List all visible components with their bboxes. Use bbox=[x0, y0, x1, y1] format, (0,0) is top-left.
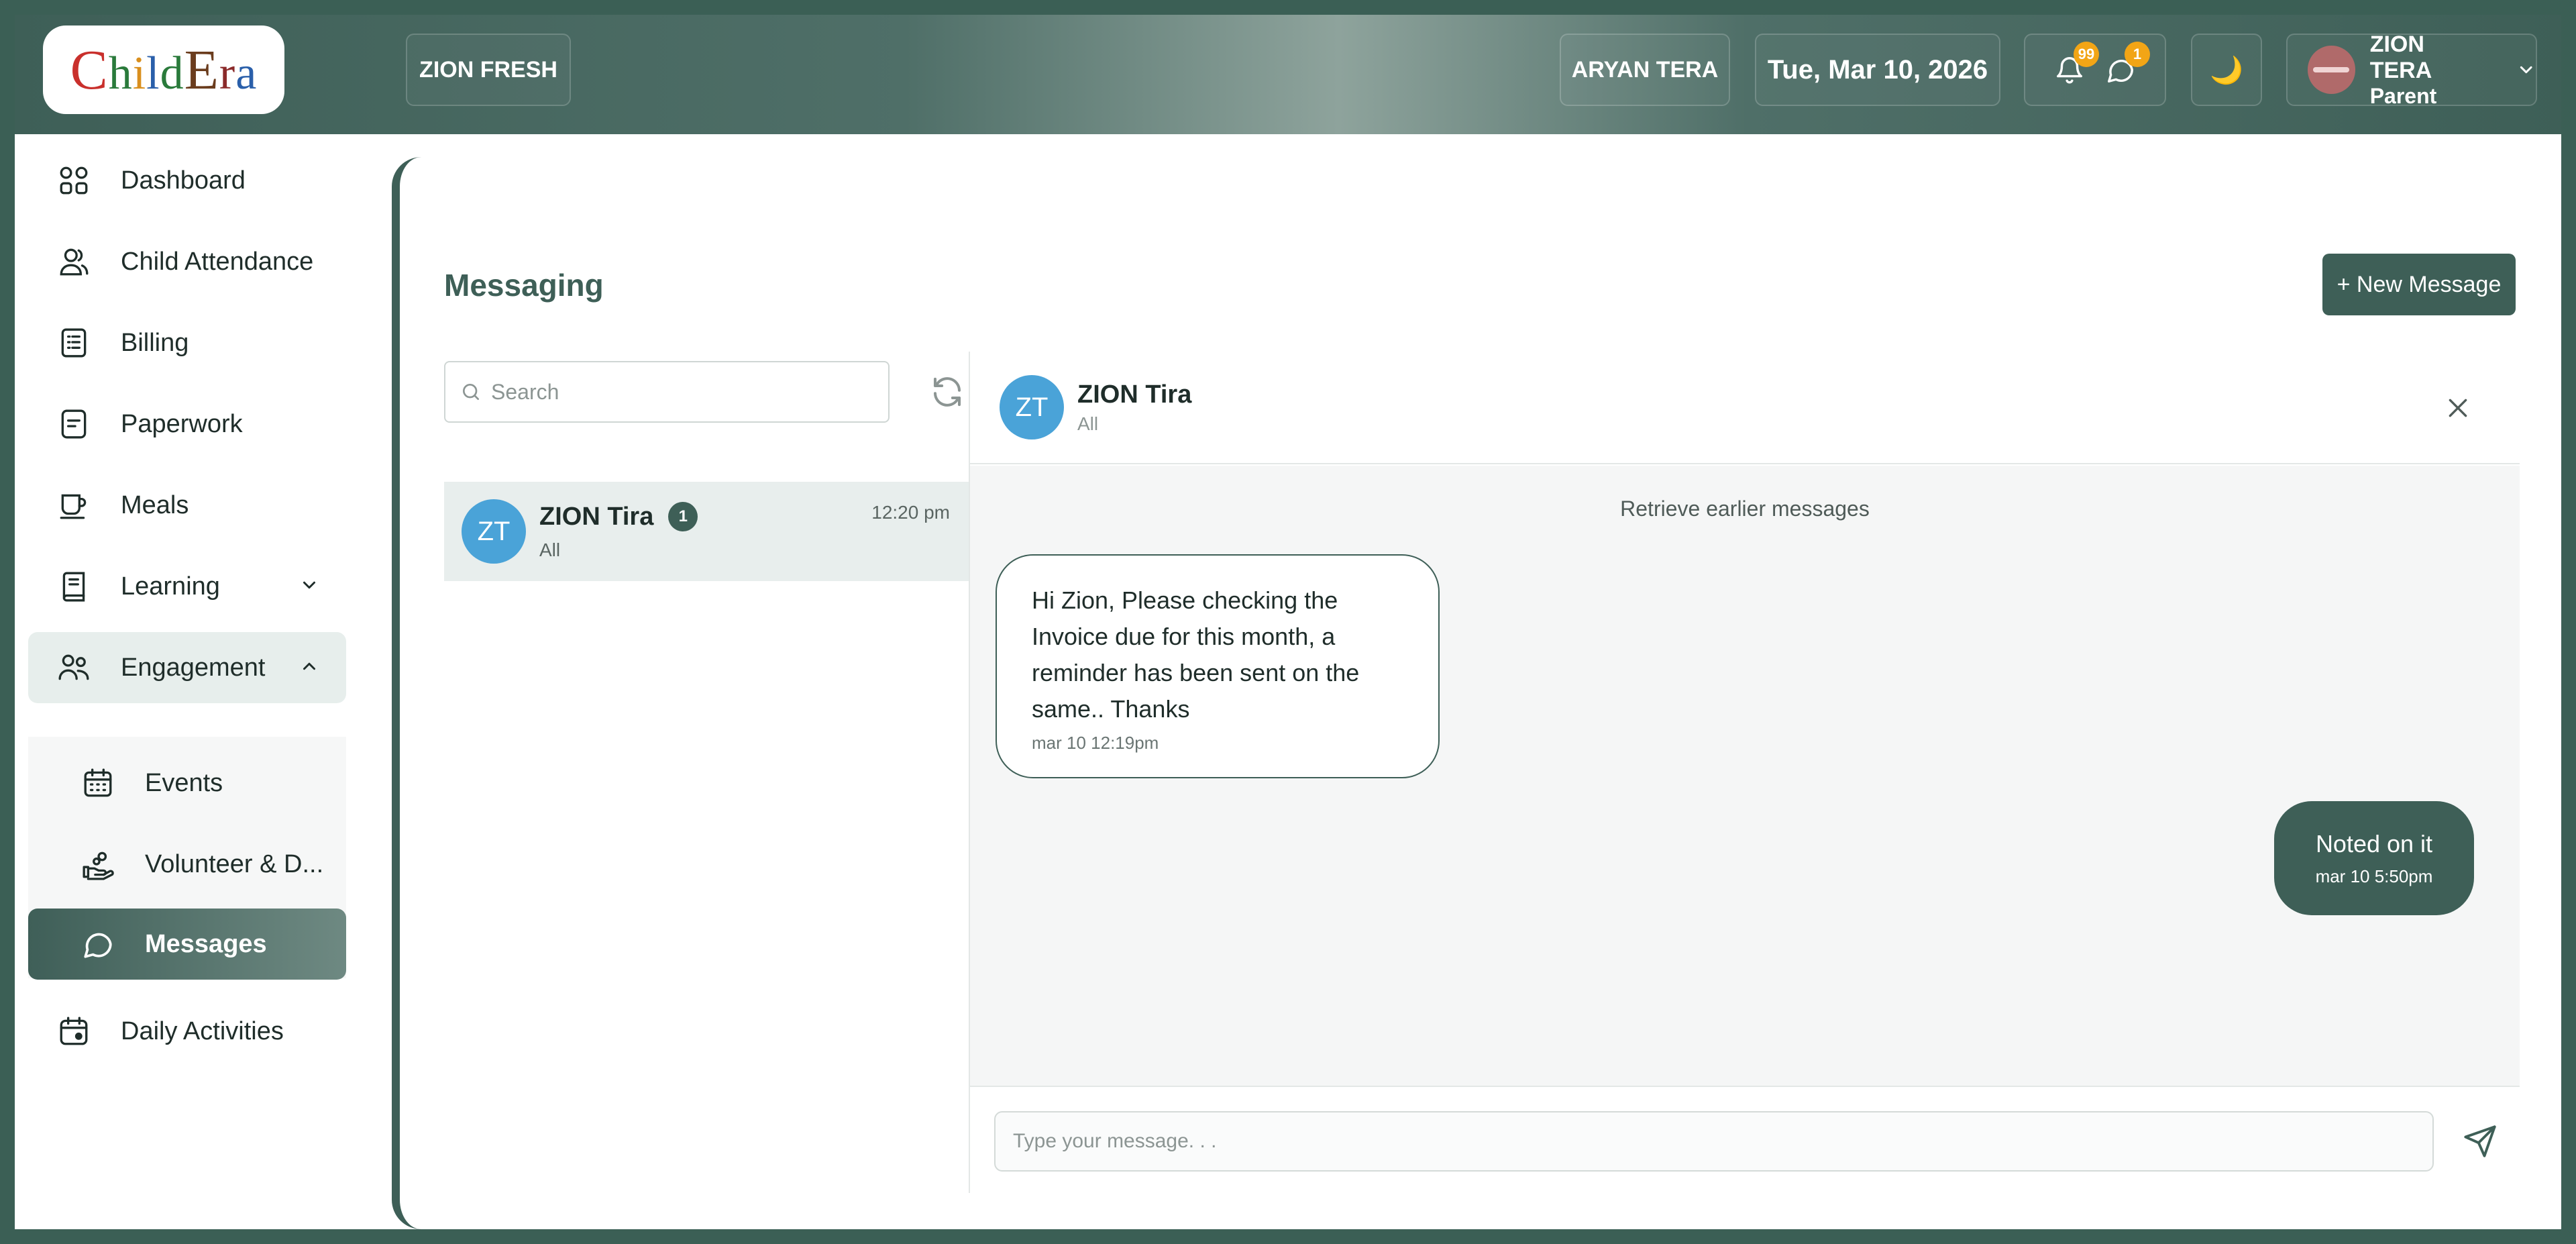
hand-icon bbox=[83, 851, 114, 880]
profile-role: Parent bbox=[2369, 83, 2437, 108]
search-input[interactable] bbox=[491, 379, 867, 405]
message-text: Hi Zion, Please checking the Invoice due… bbox=[1032, 586, 1360, 723]
sidebar-item-label: Child Attendance bbox=[121, 247, 314, 276]
sidebar-item-label: Events bbox=[145, 768, 223, 797]
sidebar-item-label: Engagement bbox=[121, 653, 266, 682]
top-header: ChildEra ZION FRESH ARYAN TERA Tue, Mar … bbox=[15, 15, 2561, 134]
profile-name: ZION TERA bbox=[2369, 31, 2432, 83]
notifications-button[interactable]: 99 bbox=[2051, 42, 2099, 89]
incoming-message: Hi Zion, Please checking the Invoice due… bbox=[996, 554, 1440, 778]
unread-count-badge: 1 bbox=[668, 502, 698, 531]
send-icon bbox=[2464, 1125, 2496, 1157]
current-date: Tue, Mar 10, 2026 bbox=[1755, 34, 2000, 106]
message-composer bbox=[970, 1086, 2520, 1193]
school-name: ZION FRESH bbox=[419, 56, 557, 83]
document-icon bbox=[61, 409, 87, 439]
chat-messages: Retrieve earlier messages Hi Zion, Pleas… bbox=[970, 466, 2520, 1086]
user-name: ARYAN TERA bbox=[1571, 56, 1719, 83]
chevron-down-icon bbox=[2520, 66, 2532, 74]
search-box[interactable] bbox=[444, 361, 890, 423]
sidebar-item-paperwork[interactable]: Paperwork bbox=[28, 388, 346, 460]
sidebar-item-learning[interactable]: Learning bbox=[28, 551, 346, 622]
outgoing-message: Noted on it mar 10 5:50pm bbox=[2274, 801, 2474, 915]
message-text: Noted on it bbox=[2315, 829, 2433, 858]
moon-icon: 🌙 bbox=[2210, 55, 2243, 85]
conversation-info: ZION Tira 1 All bbox=[539, 502, 698, 561]
chat-contact-name: ZION Tira bbox=[1077, 380, 1192, 409]
sidebar-item-label: Dashboard bbox=[121, 166, 246, 195]
sidebar-item-label: Messages bbox=[145, 929, 267, 958]
sidebar-item-label: Paperwork bbox=[121, 409, 243, 438]
avatar: ZT bbox=[1000, 375, 1064, 439]
chevron-up-icon bbox=[303, 662, 315, 670]
profile-text: ZION TERA Parent bbox=[2370, 32, 2491, 109]
chat-bubble-icon bbox=[84, 933, 112, 958]
refresh-icon bbox=[933, 377, 961, 407]
date-text: Tue, Mar 10, 2026 bbox=[1767, 54, 1988, 85]
chat-contact-group: All bbox=[1077, 413, 1099, 434]
send-button[interactable] bbox=[2458, 1119, 2502, 1163]
app-window: ChildEra ZION FRESH ARYAN TERA Tue, Mar … bbox=[15, 15, 2561, 1229]
bell-count-badge: 99 bbox=[2074, 42, 2099, 67]
chat-notifications-button[interactable]: 1 bbox=[2102, 42, 2150, 89]
conversation-item[interactable]: ZT ZION Tira 1 All 12:20 pm bbox=[444, 482, 969, 581]
new-message-button[interactable]: + New Message bbox=[2322, 254, 2516, 315]
theme-toggle[interactable]: 🌙 bbox=[2191, 34, 2262, 106]
sidebar-item-events[interactable]: Events bbox=[28, 747, 346, 819]
logo-wordmark: ChildEra bbox=[70, 38, 258, 101]
book-icon bbox=[62, 572, 85, 602]
sidebar: Dashboard Child Attendance Billing Paper… bbox=[15, 134, 364, 1229]
sidebar-item-label: Volunteer & D... bbox=[145, 849, 324, 878]
sidebar-item-messages[interactable]: Messages bbox=[28, 909, 346, 980]
sidebar-item-volunteer[interactable]: Volunteer & D... bbox=[28, 829, 346, 900]
sidebar-item-label: Meals bbox=[121, 490, 189, 519]
notification-group: 99 1 bbox=[2024, 34, 2166, 106]
child-selector[interactable]: ARYAN TERA bbox=[1560, 34, 1730, 106]
sidebar-item-dashboard[interactable]: Dashboard bbox=[28, 145, 346, 216]
people-icon bbox=[58, 654, 89, 680]
grid-icon bbox=[60, 166, 88, 195]
childera-logo[interactable]: ChildEra bbox=[43, 25, 284, 114]
receipt-icon bbox=[61, 328, 87, 358]
sidebar-item-label: Billing bbox=[121, 328, 189, 357]
message-time: mar 10 5:50pm bbox=[2315, 866, 2433, 886]
sidebar-item-engagement[interactable]: Engagement bbox=[28, 632, 346, 703]
chat-count-badge: 1 bbox=[2125, 42, 2150, 67]
calendar-clock-icon bbox=[60, 1017, 88, 1045]
sidebar-item-billing[interactable]: Billing bbox=[28, 307, 346, 378]
conversation-name: ZION Tira bbox=[539, 502, 654, 531]
avatar: ZT bbox=[462, 499, 526, 564]
message-time: mar 10 12:19pm bbox=[1032, 733, 1159, 753]
profile-menu[interactable]: ZION TERA Parent bbox=[2286, 32, 2537, 109]
close-icon bbox=[2449, 399, 2467, 417]
refresh-button[interactable] bbox=[927, 372, 967, 412]
cup-icon bbox=[60, 494, 87, 519]
conversation-group: All bbox=[539, 539, 561, 560]
sidebar-item-label: Daily Activities bbox=[121, 1017, 284, 1045]
message-input[interactable] bbox=[994, 1111, 2434, 1172]
sidebar-item-meals[interactable]: Meals bbox=[28, 470, 346, 541]
page-title: Messaging bbox=[444, 268, 604, 303]
chat-header: ZT ZION Tira All bbox=[970, 352, 2520, 464]
main-content: Messaging + New Message ZT ZION Tira 1 A… bbox=[392, 157, 2561, 1229]
sidebar-item-daily-activities[interactable]: Daily Activities bbox=[28, 996, 346, 1067]
close-chat-button[interactable] bbox=[2439, 389, 2477, 427]
avatar bbox=[2308, 46, 2355, 94]
chevron-down-icon bbox=[303, 581, 315, 589]
users-icon bbox=[60, 248, 89, 276]
sidebar-item-child-attendance[interactable]: Child Attendance bbox=[28, 226, 346, 297]
search-icon bbox=[463, 384, 479, 400]
school-selector[interactable]: ZION FRESH bbox=[406, 34, 571, 106]
calendar-icon bbox=[84, 768, 112, 797]
sidebar-item-label: Learning bbox=[121, 572, 220, 601]
conversation-time: 12:20 pm bbox=[871, 502, 950, 523]
retrieve-earlier-link[interactable]: Retrieve earlier messages bbox=[970, 497, 2520, 521]
